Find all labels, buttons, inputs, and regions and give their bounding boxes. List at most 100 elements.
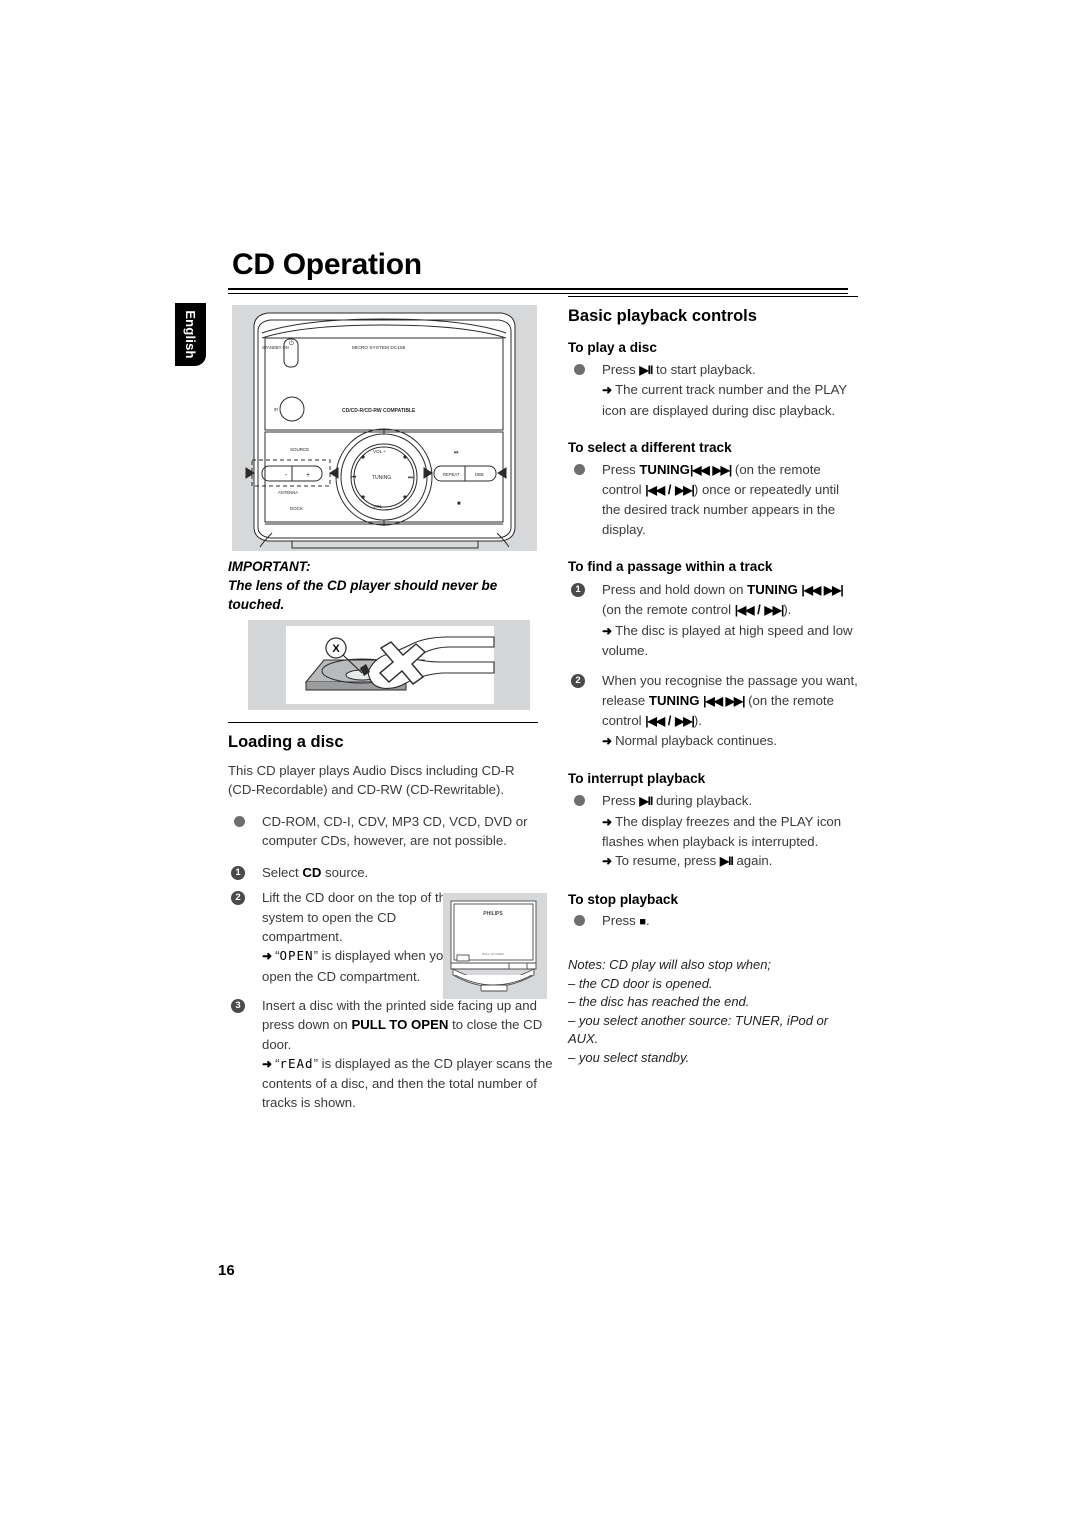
fp1-slash: / — [753, 602, 765, 618]
prev-track-icon-remote: |◀◀ — [734, 603, 755, 618]
title-rule-thick — [228, 288, 848, 290]
fp1-result: ➜ The disc is played at high speed and lo… — [602, 621, 858, 661]
loading-bullet-1-text: CD-ROM, CD-I, CDV, MP3 CD, VCD, DVD or c… — [262, 813, 528, 848]
select-slash: / — [664, 482, 676, 498]
loading-step-1-post: source. — [321, 865, 369, 881]
loading-intro: This CD player plays Audio Discs includi… — [228, 763, 515, 798]
loading-step-3: 3 Insert a disc with the printed side fa… — [228, 996, 562, 1113]
step-number-1: 1 — [571, 583, 585, 598]
play-line-post: to start playback. — [652, 362, 756, 377]
arrow-icon: ➜ — [602, 814, 613, 829]
basic-rule — [568, 296, 858, 297]
interrupt-result-2-pre: To resume, press — [615, 853, 720, 869]
notes-item: – you select standby. — [568, 1049, 690, 1065]
to-interrupt-heading: To interrupt playback — [568, 771, 706, 787]
prev-track-icon-remote: |◀◀ — [645, 483, 665, 498]
stop-pre: Press — [602, 912, 640, 928]
interrupt-result-1-text: The display freezes and the PLAY icon fl… — [602, 813, 842, 850]
bullet-dot — [574, 364, 585, 375]
interrupt-result-1: ➜ The display freezes and the PLAY icon f… — [602, 812, 858, 852]
fp2-result-text: Normal playback continues. — [615, 733, 778, 749]
loading-step-3-result: ➜ “rEAd” is displayed as the CD player sc… — [262, 1054, 562, 1113]
right-column: Basic playback controls To play a disc P… — [568, 296, 858, 1068]
title-rule-thin — [228, 293, 848, 294]
loading-step-1-bold: CD — [302, 865, 322, 881]
loading-rule — [228, 722, 538, 723]
important-block: IMPORTANT: The lens of the CD player sho… — [228, 557, 538, 614]
play-pause-icon: ▶II — [719, 854, 734, 869]
language-tab: English — [175, 303, 206, 366]
loading-step-1: 1 Select CD source. — [228, 863, 562, 882]
interrupt-result-2: ➜ To resume, press ▶II again. — [602, 851, 858, 871]
language-tab-label: English — [183, 310, 198, 359]
play-line-pre: Press — [602, 362, 640, 377]
next-track-icon-remote: ▶▶| — [675, 713, 695, 728]
cd-door-figure: PHILIPS PULL TO OPEN — [443, 893, 547, 999]
bullet-dot — [234, 815, 245, 827]
arrow-icon: ➜ — [602, 854, 613, 869]
loading-step-3-bold: PULL TO OPEN — [351, 1017, 449, 1033]
to-stop-heading: To stop playback — [568, 891, 679, 907]
select-bold: TUNING — [639, 461, 690, 477]
notes-item: – the disc has reached the end. — [568, 994, 750, 1010]
fp2-post: ). — [693, 712, 702, 728]
notes-lead: Notes: CD play will also stop when; — [568, 956, 772, 972]
left-column: IMPORTANT: The lens of the CD player sho… — [228, 305, 538, 614]
to-select-track-heading: To select a different track — [568, 439, 732, 455]
fp2-slash: / — [664, 712, 676, 728]
find-passage-step-2: 2 When you recognise the passage you wan… — [568, 671, 858, 751]
stop-post: . — [646, 912, 650, 928]
prev-track-icon-remote: |◀◀ — [645, 713, 665, 728]
lcd-read-text: rEAd — [279, 1055, 314, 1071]
to-play-a-disc-item: Press ▶II to start playback. ➜ The curren… — [568, 360, 858, 420]
cd-door-svg: PHILIPS PULL TO OPEN — [450, 900, 537, 992]
door-small-label: PULL TO OPEN — [482, 952, 504, 956]
loading-heading: Loading a disc — [228, 733, 344, 751]
notes-block: Notes: CD play will also stop when; – th… — [568, 956, 858, 1068]
loading-step-2: 2 Lift the CD door on the top of the sys… — [228, 888, 458, 985]
notes-item: – the CD door is opened. — [568, 975, 713, 991]
step-number-2: 2 — [571, 674, 585, 689]
arrow-icon: ➜ — [262, 1056, 273, 1071]
bullet-dot — [574, 914, 585, 926]
step-number-3: 3 — [231, 998, 245, 1013]
play-result: ➜ The current track number and the PLAY i… — [602, 380, 858, 420]
page-title: CD Operation — [232, 248, 422, 281]
interrupt-post: during playback. — [652, 793, 752, 809]
x-badge-label: X — [332, 643, 340, 655]
next-track-icon-remote: ▶▶| — [675, 483, 695, 498]
loading-step-2-text: Lift the CD door on the top of the syste… — [262, 890, 454, 945]
next-track-icon: ▶▶| — [712, 462, 732, 477]
prev-track-icon: |◀◀ — [689, 462, 710, 477]
arrow-icon: ➜ — [602, 623, 613, 638]
fp1-bold: TUNING — [747, 582, 798, 598]
important-text: The lens of the CD player should never b… — [228, 578, 498, 612]
lens-warning-figure: X — [248, 620, 530, 710]
arrow-icon: ➜ — [262, 949, 273, 964]
to-stop-item: Press ■. — [568, 911, 858, 932]
select-pre: Press — [602, 461, 640, 477]
fp1-pre: Press and hold down on — [602, 582, 748, 598]
important-heading: IMPORTANT: — [228, 559, 311, 574]
bullet-dot — [574, 463, 585, 475]
page-number: 16 — [218, 1262, 235, 1279]
philips-brand-label: PHILIPS — [483, 911, 503, 917]
prev-track-icon: |◀◀ — [801, 583, 821, 598]
fp2-bold: TUNING — [648, 692, 700, 708]
next-track-icon: ▶▶| — [823, 583, 844, 598]
arrow-icon: ➜ — [602, 734, 613, 749]
play-result-text: The current track number and the PLAY ic… — [602, 382, 847, 418]
prev-track-icon: |◀◀ — [703, 693, 723, 708]
fp2-result: ➜ Normal playback continues. — [602, 731, 858, 751]
interrupt-pre: Press — [602, 793, 640, 809]
step-number-1: 1 — [231, 866, 245, 881]
next-track-icon: ▶▶| — [725, 693, 746, 708]
bullet-dot — [574, 795, 585, 807]
lcd-open-text: OPEN — [279, 948, 314, 964]
to-play-a-disc-heading: To play a disc — [568, 340, 657, 355]
to-select-track-item: Press TUNING|◀◀ ▶▶| (on the remote contr… — [568, 460, 858, 539]
basic-heading: Basic playback controls — [568, 307, 757, 325]
loading-step-2-result: ➜ “OPEN” is displayed when you open the C… — [262, 946, 458, 986]
lens-warning-svg: X — [286, 626, 495, 704]
play-pause-icon: ▶II — [639, 363, 653, 377]
